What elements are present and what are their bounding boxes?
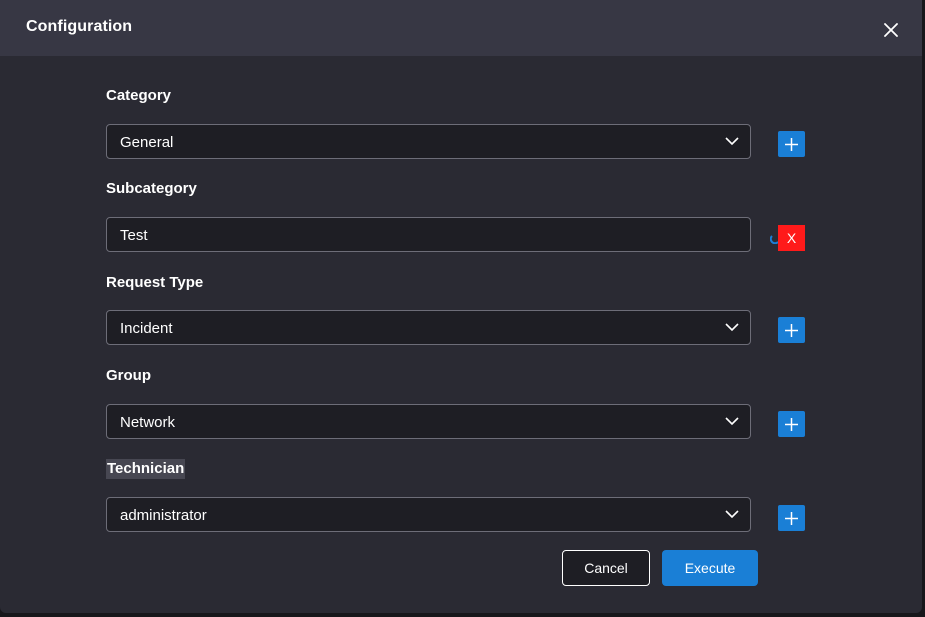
technician-value: administrator bbox=[120, 507, 207, 524]
group-select[interactable]: Network bbox=[106, 404, 751, 439]
add-technician-button[interactable] bbox=[778, 505, 805, 531]
chevron-down-icon bbox=[725, 510, 739, 519]
remove-subcategory-button[interactable]: X bbox=[778, 225, 805, 251]
dialog-title: Configuration bbox=[26, 18, 133, 35]
technician-label: Technician bbox=[106, 459, 186, 479]
add-category-button[interactable] bbox=[778, 131, 805, 157]
group-value: Network bbox=[120, 414, 176, 431]
cancel-button[interactable]: Cancel bbox=[562, 550, 650, 586]
request-type-select[interactable]: Incident bbox=[106, 310, 751, 345]
technician-select[interactable]: administrator bbox=[106, 497, 751, 532]
category-value: General bbox=[120, 134, 174, 151]
execute-button[interactable]: Execute bbox=[662, 550, 758, 586]
add-request-type-button[interactable] bbox=[778, 317, 805, 343]
dialog-header: Configuration bbox=[0, 0, 922, 56]
subcategory-label: Subcategory bbox=[106, 180, 197, 197]
plus-icon bbox=[785, 512, 798, 525]
subcategory-value: Test bbox=[120, 227, 148, 244]
category-label: Category bbox=[106, 87, 172, 104]
chevron-down-icon bbox=[725, 417, 739, 426]
add-group-button[interactable] bbox=[778, 411, 805, 437]
plus-icon bbox=[785, 138, 798, 151]
chevron-down-icon bbox=[725, 323, 739, 332]
configuration-dialog: Configuration Category General Subcatego… bbox=[0, 0, 922, 613]
subcategory-input[interactable]: Test bbox=[106, 217, 751, 252]
plus-icon bbox=[785, 418, 798, 431]
category-select[interactable]: General bbox=[106, 124, 751, 159]
plus-icon bbox=[785, 324, 798, 337]
close-button[interactable] bbox=[880, 19, 902, 41]
request-type-value: Incident bbox=[120, 320, 173, 337]
close-icon bbox=[884, 23, 898, 37]
group-label: Group bbox=[106, 367, 151, 384]
chevron-down-icon bbox=[725, 137, 739, 146]
request-type-label: Request Type bbox=[106, 274, 204, 291]
